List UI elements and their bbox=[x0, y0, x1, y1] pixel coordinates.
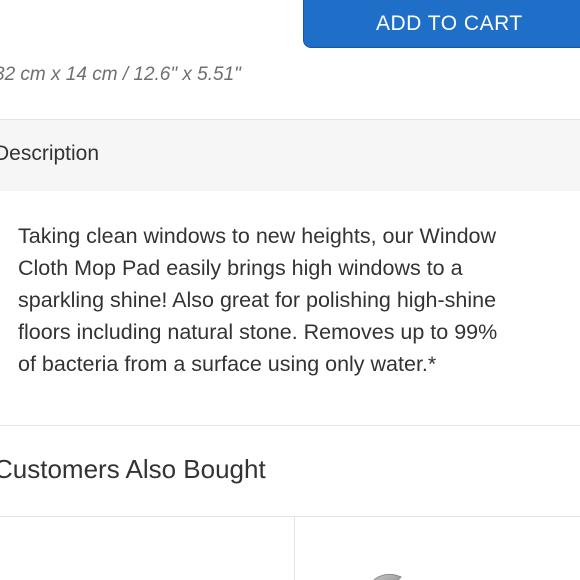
recommended-product-card[interactable] bbox=[0, 517, 295, 580]
recommended-products-row bbox=[0, 516, 580, 580]
description-line: Cloth Mop Pad easily brings high windows… bbox=[18, 256, 463, 280]
description-text: Taking clean windows to new heights, our… bbox=[18, 220, 580, 380]
description-line: sparkling shine! Also great for polishin… bbox=[18, 288, 497, 312]
product-dimensions: 32 cm x 14 cm / 12.6" x 5.51" bbox=[0, 64, 241, 85]
product-thumbnail-image[interactable] bbox=[335, 557, 415, 580]
product-page: ADD TO CART 32 cm x 14 cm / 12.6" x 5.51… bbox=[0, 0, 580, 580]
description-title: Description bbox=[0, 142, 100, 165]
section-divider bbox=[0, 425, 580, 426]
description-line: of bacteria from a surface using only wa… bbox=[18, 352, 437, 376]
add-to-cart-button[interactable]: ADD TO CART bbox=[303, 0, 580, 48]
recommended-product-card[interactable] bbox=[295, 517, 580, 580]
description-section-header[interactable]: Description bbox=[0, 119, 580, 191]
description-line: Taking clean windows to new heights, our… bbox=[18, 224, 497, 248]
description-line: floors including natural stone. Removes … bbox=[18, 320, 498, 344]
customers-also-bought-title: Customers Also Bought bbox=[0, 454, 266, 484]
